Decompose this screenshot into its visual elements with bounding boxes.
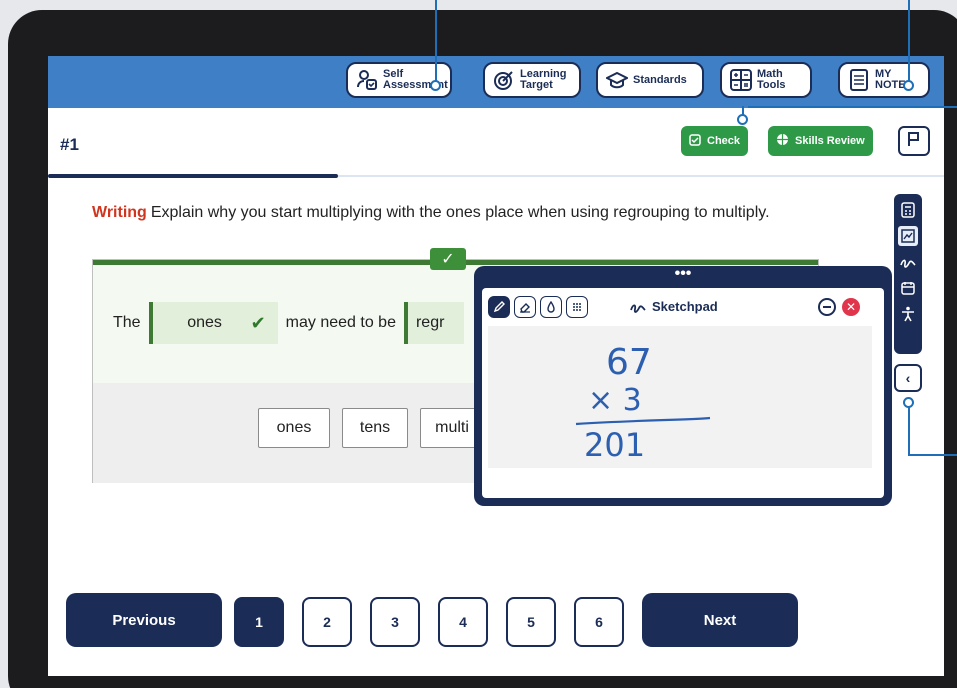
eraser-tool[interactable] xyxy=(514,296,536,318)
learning-target-label-2: Target xyxy=(520,79,553,91)
fill-tool[interactable] xyxy=(540,296,562,318)
globe-icon xyxy=(776,133,789,149)
word-bank-chip[interactable]: ones xyxy=(258,408,330,448)
sentence-middle: may need to be xyxy=(285,314,396,331)
callout-line xyxy=(748,106,957,108)
question-progress-bar xyxy=(48,174,338,178)
accessibility-icon xyxy=(902,306,914,322)
answer-blank-2-value: regr xyxy=(415,314,445,331)
flag-button[interactable] xyxy=(898,126,930,156)
pencil-tool[interactable] xyxy=(488,296,510,318)
skills-review-label: Skills Review xyxy=(795,135,865,147)
collapse-rail-button[interactable]: ‹ xyxy=(894,364,922,392)
correct-check-icon: ✔ xyxy=(250,312,266,333)
callout-line xyxy=(435,0,437,82)
answer-blank-1[interactable]: ones ✔ xyxy=(148,302,278,344)
callout-dot xyxy=(430,80,441,91)
graph-icon xyxy=(901,229,915,243)
graph-tool[interactable] xyxy=(898,226,918,246)
correct-check-icon: ✓ xyxy=(430,248,466,270)
app-screen: Self Assessment Learning Target Standards … xyxy=(48,56,944,676)
sketchpad-window[interactable]: ••• Sketchpad ✕ 67 × 3 201 xyxy=(474,266,892,506)
sketchpad-title: Sketchpad xyxy=(630,299,718,314)
page-button[interactable]: 2 xyxy=(302,597,352,647)
grid-icon xyxy=(573,303,581,311)
check-label: Check xyxy=(707,135,741,147)
chevron-left-icon: ‹ xyxy=(905,370,911,386)
pencil-icon xyxy=(493,301,505,313)
grid-tool[interactable] xyxy=(566,296,588,318)
callout-line xyxy=(908,404,910,456)
page-button[interactable]: 3 xyxy=(370,597,420,647)
word-bank-chip[interactable]: tens xyxy=(342,408,408,448)
self-assessment-icon xyxy=(356,69,378,91)
question-progress-track xyxy=(338,175,944,177)
calculator-grid-icon xyxy=(730,69,752,91)
squiggle-icon xyxy=(630,303,646,313)
question-prompt: Writing Explain why you start multiplying… xyxy=(92,202,822,224)
tool-rail xyxy=(894,194,922,354)
next-button[interactable]: Next xyxy=(642,593,798,647)
target-icon xyxy=(493,69,515,91)
squiggle-icon xyxy=(900,259,916,268)
handwriting-line-1: 67 xyxy=(606,342,652,383)
calculator-icon xyxy=(901,202,915,218)
sketchpad-panel: Sketchpad ✕ 67 × 3 201 xyxy=(482,288,884,498)
page-button[interactable]: 5 xyxy=(506,597,556,647)
eraser-icon xyxy=(520,303,530,313)
previous-button[interactable]: Previous xyxy=(66,593,222,647)
page-button[interactable]: 1 xyxy=(234,597,284,647)
tablet-frame: Self Assessment Learning Target Standards … xyxy=(8,10,957,688)
question-number: #1 xyxy=(60,135,79,154)
handwriting-line-2: × 3 xyxy=(588,383,642,418)
standards-button[interactable]: Standards xyxy=(596,62,704,98)
callout-dot xyxy=(903,80,914,91)
answer-blank-1-value: ones xyxy=(187,314,222,331)
droplet-icon xyxy=(547,301,555,313)
math-tools-label-2: Tools xyxy=(757,79,786,91)
callout-dot xyxy=(737,114,748,125)
sketchpad-tool[interactable] xyxy=(898,252,918,272)
sketchpad-canvas[interactable]: 67 × 3 201 xyxy=(488,326,872,468)
handwriting-line-3: 201 xyxy=(584,426,645,464)
my-notes-button[interactable]: MY NOTES xyxy=(838,62,930,98)
callout-line xyxy=(908,0,910,82)
check-button[interactable]: Check xyxy=(681,126,749,156)
check-icon xyxy=(689,133,701,149)
graduation-cap-icon xyxy=(606,69,628,91)
page-button[interactable]: 6 xyxy=(574,597,624,647)
close-button[interactable]: ✕ xyxy=(842,298,860,316)
notes-icon xyxy=(848,69,870,91)
top-toolbar: Self Assessment Learning Target Standards … xyxy=(48,56,944,108)
minimize-button[interactable] xyxy=(818,298,836,316)
sketchpad-title-text: Sketchpad xyxy=(652,299,718,314)
math-tools-button[interactable]: Math Tools xyxy=(720,62,812,98)
callout-line xyxy=(908,454,957,456)
calendar-tool[interactable] xyxy=(898,278,918,298)
handwriting-underline xyxy=(575,416,711,426)
sentence-start: The xyxy=(113,314,141,331)
sketchpad-tools xyxy=(488,296,588,318)
learning-target-button[interactable]: Learning Target xyxy=(483,62,581,98)
page-button[interactable]: 4 xyxy=(438,597,488,647)
accessibility-tool[interactable] xyxy=(898,304,918,324)
flag-icon xyxy=(907,131,921,152)
handwriting-drawing: 67 × 3 201 xyxy=(575,342,711,464)
answer-blank-2[interactable]: regr xyxy=(403,302,464,344)
calendar-icon xyxy=(901,282,915,295)
sketchpad-drag-handle[interactable]: ••• xyxy=(482,266,884,288)
fill-in-sentence: The ones ✔ may need to be regr xyxy=(113,302,464,344)
prompt-keyword: Writing xyxy=(92,204,147,221)
skills-review-button[interactable]: Skills Review xyxy=(768,126,873,156)
standards-label: Standards xyxy=(633,73,687,86)
callout-dot xyxy=(903,397,914,408)
calculator-tool[interactable] xyxy=(898,200,918,220)
prompt-text: Explain why you start multiplying with t… xyxy=(150,204,770,221)
